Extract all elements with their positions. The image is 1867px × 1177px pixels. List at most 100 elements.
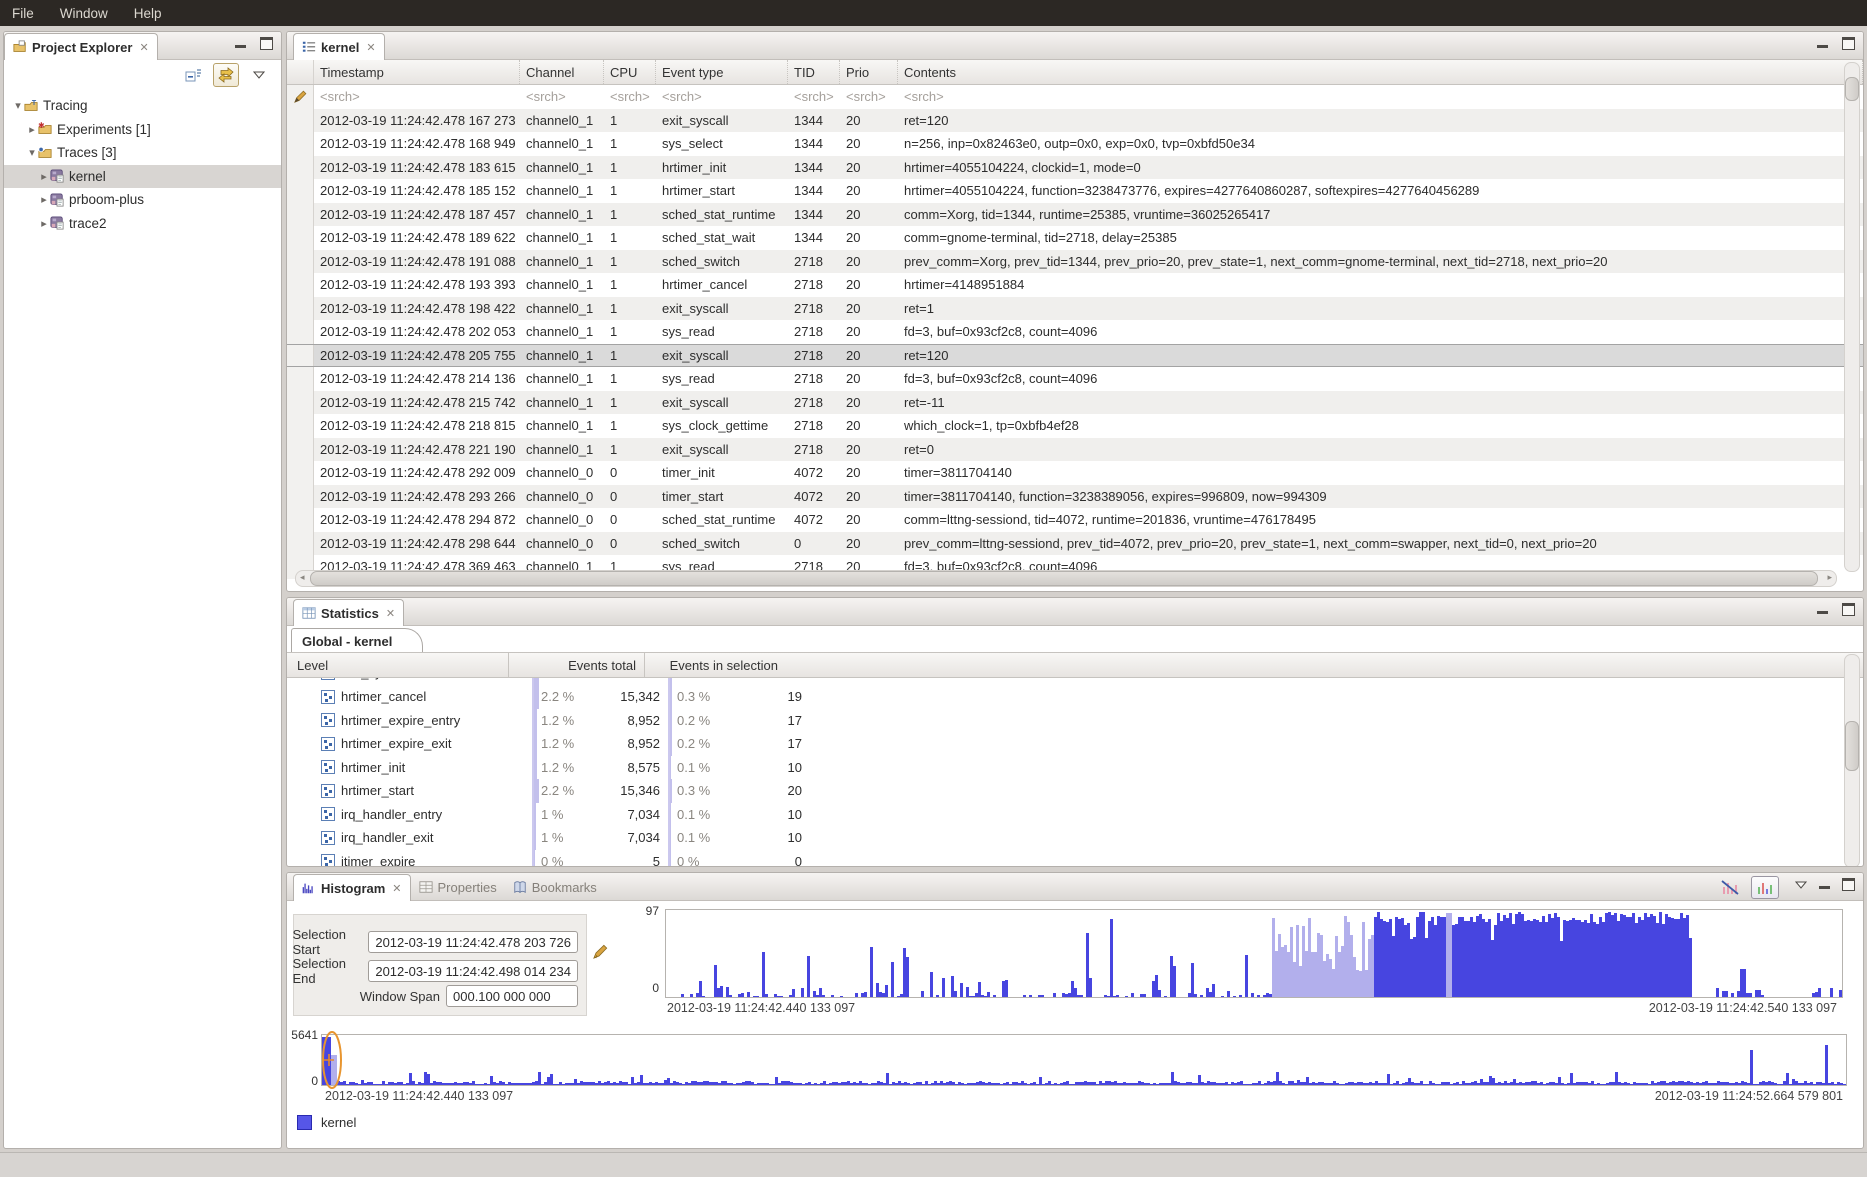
window-span-field[interactable]: 000.100 000 000 <box>446 985 578 1007</box>
event-row[interactable]: 2012-03-19 11:24:42.478 193 393channel0_… <box>287 273 1863 297</box>
selection-end-field[interactable]: 2012-03-19 11:24:42.498 014 234 <box>368 960 578 982</box>
tree-item-trace2[interactable]: ▸ trace2 <box>4 212 281 236</box>
tree-item-tracing[interactable]: ▾ T Tracing <box>4 94 281 118</box>
column-event-type[interactable]: Event type <box>656 60 788 84</box>
event-row[interactable]: 2012-03-19 11:24:42.478 191 088channel0_… <box>287 250 1863 274</box>
tree-item-traces[interactable]: ▾ Traces [3] <box>4 141 281 165</box>
search-contents[interactable]: <srch> <box>898 89 1863 104</box>
statistics-vertical-scrollbar[interactable] <box>1844 654 1860 867</box>
collapse-all-button[interactable] <box>181 64 205 86</box>
event-row[interactable]: 2012-03-19 11:24:42.478 185 152channel0_… <box>287 179 1863 203</box>
event-row[interactable]: 2012-03-19 11:24:42.478 298 644channel0_… <box>287 532 1863 556</box>
tab-histogram[interactable]: Histogram ✕ <box>293 874 411 901</box>
tree-item-kernel[interactable]: ▸ kernel <box>4 165 281 189</box>
maximize-icon[interactable] <box>1842 603 1855 616</box>
expanded-arrow-icon[interactable]: ▾ <box>12 99 24 112</box>
search-tid[interactable]: <srch> <box>788 89 840 104</box>
search-event-type[interactable]: <srch> <box>656 89 788 104</box>
tab-properties[interactable]: Properties <box>411 874 505 900</box>
collapsed-arrow-icon[interactable]: ▸ <box>26 123 38 136</box>
statistics-row[interactable]: hrtimer_init1.2 %8,5750.1 %10 <box>287 756 1863 780</box>
maximize-icon[interactable] <box>1842 37 1855 50</box>
column-timestamp[interactable]: Timestamp <box>314 60 520 84</box>
traces-folder-icon <box>38 146 52 160</box>
menu-file[interactable]: File <box>12 6 34 21</box>
event-row[interactable]: 2012-03-19 11:24:42.478 292 009channel0_… <box>287 461 1863 485</box>
scroll-right-icon[interactable]: ▸ <box>1827 572 1832 583</box>
search-prio[interactable]: <srch> <box>840 89 898 104</box>
collapsed-arrow-icon[interactable]: ▸ <box>38 193 50 206</box>
link-with-editor-button[interactable] <box>213 63 239 87</box>
expanded-arrow-icon[interactable]: ▾ <box>26 146 38 159</box>
statistics-row[interactable]: hrtimer_expire_entry1.2 %8,9520.2 %17 <box>287 709 1863 733</box>
event-row[interactable]: 2012-03-19 11:24:42.478 187 457channel0_… <box>287 203 1863 227</box>
tab-project-explorer[interactable]: Project Explorer ✕ <box>4 33 158 60</box>
column-contents[interactable]: Contents <box>898 60 1863 84</box>
event-row[interactable]: 2012-03-19 11:24:42.478 167 273channel0_… <box>287 109 1863 133</box>
column-prio[interactable]: Prio <box>840 60 898 84</box>
edit-pencil-icon[interactable] <box>593 943 608 960</box>
scroll-left-icon[interactable]: ◂ <box>300 572 305 583</box>
zoom-histogram-chart[interactable] <box>665 909 1843 998</box>
show-traces-button[interactable] <box>1751 876 1779 899</box>
close-icon[interactable]: ✕ <box>366 41 375 54</box>
column-events-in-selection[interactable]: Events in selection <box>644 653 786 677</box>
column-events-total[interactable]: Events total <box>508 653 644 677</box>
tab-kernel[interactable]: kernel ✕ <box>293 33 385 60</box>
statistics-row[interactable]: irq_handler_exit1 %7,0340.1 %10 <box>287 826 1863 850</box>
statistics-row[interactable]: hrtimer_start2.2 %15,3460.3 %20 <box>287 779 1863 803</box>
close-icon[interactable]: ✕ <box>392 882 401 895</box>
event-row[interactable]: 2012-03-19 11:24:42.478 168 949channel0_… <box>287 132 1863 156</box>
event-row[interactable]: 2012-03-19 11:24:42.478 198 422channel0_… <box>287 297 1863 321</box>
statistics-row[interactable]: irq_handler_entry1 %7,0340.1 %10 <box>287 803 1863 827</box>
events-horizontal-scrollbar[interactable]: ◂ ▸ <box>295 570 1837 587</box>
column-channel[interactable]: Channel <box>520 60 604 84</box>
event-row[interactable]: 2012-03-19 11:24:42.478 205 755channel0_… <box>287 344 1863 368</box>
tab-statistics[interactable]: Statistics ✕ <box>293 599 404 626</box>
column-cpu[interactable]: CPU <box>604 60 656 84</box>
minimize-icon[interactable] <box>235 45 246 48</box>
search-timestamp[interactable]: <srch> <box>314 89 520 104</box>
event-row[interactable]: 2012-03-19 11:24:42.478 183 615channel0_… <box>287 156 1863 180</box>
view-menu-icon[interactable] <box>1795 881 1807 889</box>
menu-window[interactable]: Window <box>60 6 108 21</box>
collapsed-arrow-icon[interactable]: ▸ <box>38 217 50 230</box>
event-row[interactable]: 2012-03-19 11:24:42.478 294 872channel0_… <box>287 508 1863 532</box>
statistics-row[interactable]: itimer_expire0 %50 %0 <box>287 850 1863 868</box>
search-cpu[interactable]: <srch> <box>604 89 656 104</box>
minimize-icon[interactable] <box>1817 611 1828 614</box>
statistics-row[interactable]: hrtimer_expire_exit1.2 %8,9520.2 %17 <box>287 732 1863 756</box>
events-vertical-scrollbar[interactable] <box>1844 62 1860 572</box>
menu-help[interactable]: Help <box>134 6 162 21</box>
subtab-global-kernel[interactable]: Global - kernel <box>291 628 423 653</box>
maximize-icon[interactable] <box>260 37 273 50</box>
full-chart-ymax: 5641 <box>287 1028 318 1042</box>
close-icon[interactable]: ✕ <box>139 41 148 54</box>
events-search-row[interactable]: <srch> <srch> <srch> <srch> <srch> <srch… <box>287 85 1863 109</box>
hide-lost-events-button[interactable] <box>1717 877 1743 898</box>
collapsed-arrow-icon[interactable]: ▸ <box>38 170 50 183</box>
event-row[interactable]: 2012-03-19 11:24:42.478 202 053channel0_… <box>287 320 1863 344</box>
minimize-icon[interactable] <box>1817 45 1828 48</box>
tab-bookmarks[interactable]: Bookmarks <box>505 874 605 900</box>
event-row[interactable]: 2012-03-19 11:24:42.478 215 742channel0_… <box>287 391 1863 415</box>
event-row[interactable]: 2012-03-19 11:24:42.478 218 815channel0_… <box>287 414 1863 438</box>
minimize-icon[interactable] <box>1819 886 1830 889</box>
view-menu-button[interactable] <box>247 64 271 86</box>
event-cell: channel0_1 <box>520 254 604 269</box>
event-row[interactable]: 2012-03-19 11:24:42.478 221 190channel0_… <box>287 438 1863 462</box>
tree-item-prboom-plus[interactable]: ▸ prboom-plus <box>4 188 281 212</box>
close-icon[interactable]: ✕ <box>386 607 395 620</box>
selection-start-field[interactable]: 2012-03-19 11:24:42.478 203 726 <box>368 931 578 953</box>
maximize-icon[interactable] <box>1842 878 1855 891</box>
event-row[interactable]: 2012-03-19 11:24:42.478 189 622channel0_… <box>287 226 1863 250</box>
search-channel[interactable]: <srch> <box>520 89 604 104</box>
full-histogram-chart[interactable] <box>321 1034 1847 1086</box>
event-row[interactable]: 2012-03-19 11:24:42.478 293 266channel0_… <box>287 485 1863 509</box>
tree-item-experiments[interactable]: ▸ ✱ Experiments [1] <box>4 118 281 142</box>
event-row[interactable]: 2012-03-19 11:24:42.478 214 136channel0_… <box>287 367 1863 391</box>
event-cell: 2718 <box>788 418 840 433</box>
column-tid[interactable]: TID <box>788 60 840 84</box>
column-level[interactable]: Level <box>287 658 508 673</box>
statistics-row[interactable]: hrtimer_cancel2.2 %15,3420.3 %19 <box>287 685 1863 709</box>
